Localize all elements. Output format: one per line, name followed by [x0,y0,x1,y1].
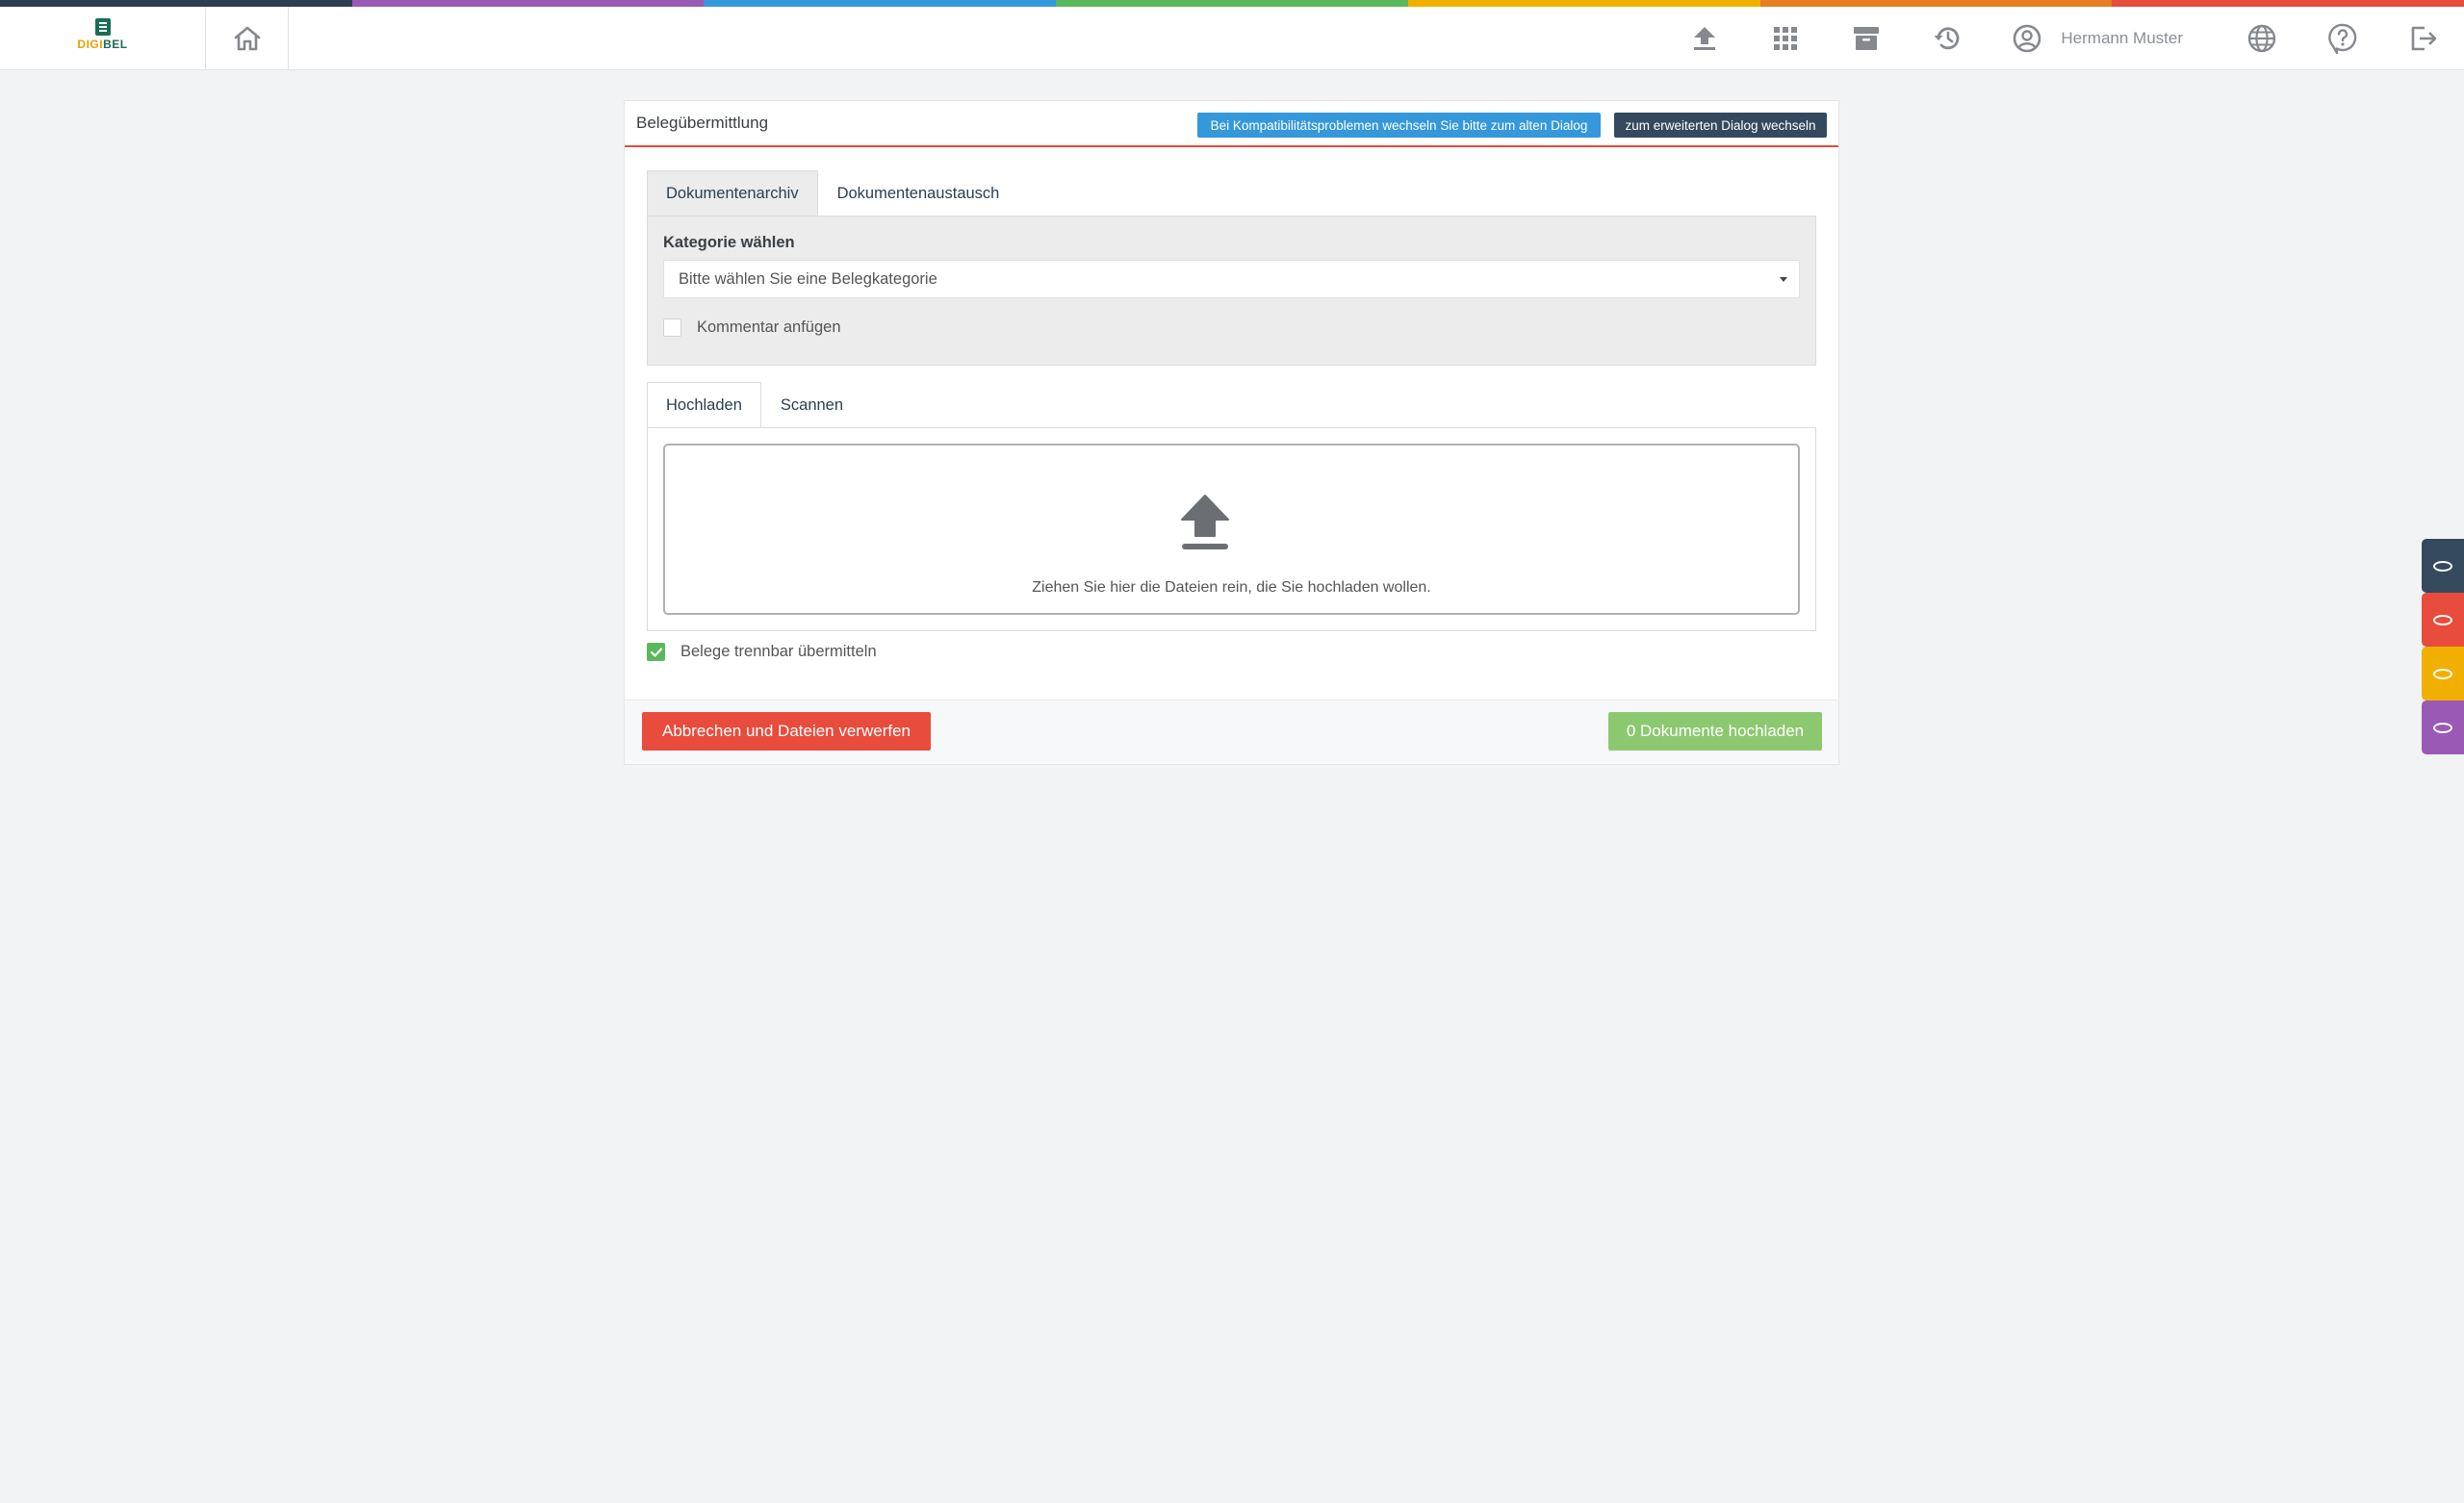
panel-footer: Abbrechen und Dateien verwerfen 0 Dokume… [625,700,1838,764]
help-icon [2328,23,2357,54]
switch-old-dialog-button[interactable]: Bei Kompatibilitätsproblemen wechseln Si… [1197,113,1601,138]
apps-nav-button[interactable] [1745,7,1826,69]
checkmark-icon [650,647,662,657]
comment-checkbox-row[interactable]: Kommentar anfügen [663,318,841,337]
rainbow-segment [351,0,705,7]
top-header: DIGIBEL Hermann Muster [0,7,2464,70]
rainbow-segment [704,0,1057,7]
comment-checkbox-label: Kommentar anfügen [697,318,841,336]
history-nav-button[interactable] [1907,7,1988,69]
archive-nav-button[interactable] [1826,7,1907,69]
panel-header: Belegübermittlung Bei Kompatibilitätspro… [625,101,1838,147]
cancel-discard-button[interactable]: Abbrechen und Dateien verwerfen [642,712,931,751]
language-nav-button[interactable] [2221,7,2302,69]
category-select[interactable]: Bitte wählen Sie eine Belegkategorie [663,260,1800,298]
upload-icon [1181,495,1229,549]
upload-icon [1694,26,1716,50]
upload-mode-tabs: Hochladen Scannen [647,382,862,428]
logo-icon [94,18,111,36]
logo-text: DIGIBEL [77,38,128,51]
apps-grid-icon [1774,26,1798,50]
upload-section: Ziehen Sie hier die Dateien rein, die Si… [647,427,1816,631]
rainbow-segment [1759,0,2113,7]
side-tabs [2422,539,2464,754]
tab-dokumentenaustausch[interactable]: Dokumentenaustausch [818,170,1019,217]
logout-nav-button[interactable] [2383,7,2464,69]
oval-icon [2433,560,2452,572]
side-tab-4[interactable] [2422,701,2464,754]
upload-nav-button[interactable] [1664,7,1745,69]
header-actions: Hermann Muster [1664,7,2464,69]
file-dropzone[interactable]: Ziehen Sie hier die Dateien rein, die Si… [663,444,1800,615]
separable-checkbox-label: Belege trennbar übermitteln [680,643,877,660]
help-nav-button[interactable] [2302,7,2383,69]
separable-checkbox-row[interactable]: Belege trennbar übermitteln [647,643,877,661]
switch-extended-dialog-button[interactable]: zum erweiterten Dialog wechseln [1614,113,1827,138]
dropzone-text: Ziehen Sie hier die Dateien rein, die Si… [1032,579,1431,596]
tab-scannen[interactable]: Scannen [761,382,862,428]
logo[interactable]: DIGIBEL [0,7,206,69]
user-name: Hermann Muster [2061,28,2183,47]
home-icon [234,26,260,50]
home-button[interactable] [206,7,289,69]
globe-icon [2247,24,2276,52]
upload-documents-button[interactable]: 0 Dokumente hochladen [1608,712,1822,751]
archive-icon [1854,26,1880,50]
chevron-down-icon [1780,277,1787,282]
category-section: Kategorie wählen Bitte wählen Sie eine B… [647,216,1816,366]
tab-dokumentenarchiv[interactable]: Dokumentenarchiv [647,170,818,217]
rainbow-top-bar [0,0,2464,7]
category-select-value: Bitte wählen Sie eine Belegkategorie [679,269,937,288]
oval-icon [2433,614,2452,625]
rainbow-segment [0,0,352,7]
side-tab-2[interactable] [2422,593,2464,647]
rainbow-segment [1407,0,1760,7]
category-label: Kategorie wählen [663,234,795,251]
tab-hochladen[interactable]: Hochladen [647,382,761,428]
comment-checkbox[interactable] [663,318,681,337]
panel-title: Belegübermittlung [636,114,769,132]
side-tab-3[interactable] [2422,647,2464,701]
rainbow-segment [1056,0,1408,7]
separable-checkbox[interactable] [647,643,665,661]
side-tab-1[interactable] [2422,539,2464,593]
upload-panel: Belegübermittlung Bei Kompatibilitätspro… [624,100,1839,765]
oval-icon [2433,722,2452,733]
user-menu[interactable]: Hermann Muster [1988,7,2221,69]
history-icon [1934,26,1960,49]
rainbow-segment [2112,0,2464,7]
logo-tagline [102,52,103,58]
oval-icon [2433,668,2452,679]
user-circle-icon [2014,24,2041,52]
logout-icon [2411,26,2437,50]
archive-tabs: Dokumentenarchiv Dokumentenaustausch [647,170,1018,217]
